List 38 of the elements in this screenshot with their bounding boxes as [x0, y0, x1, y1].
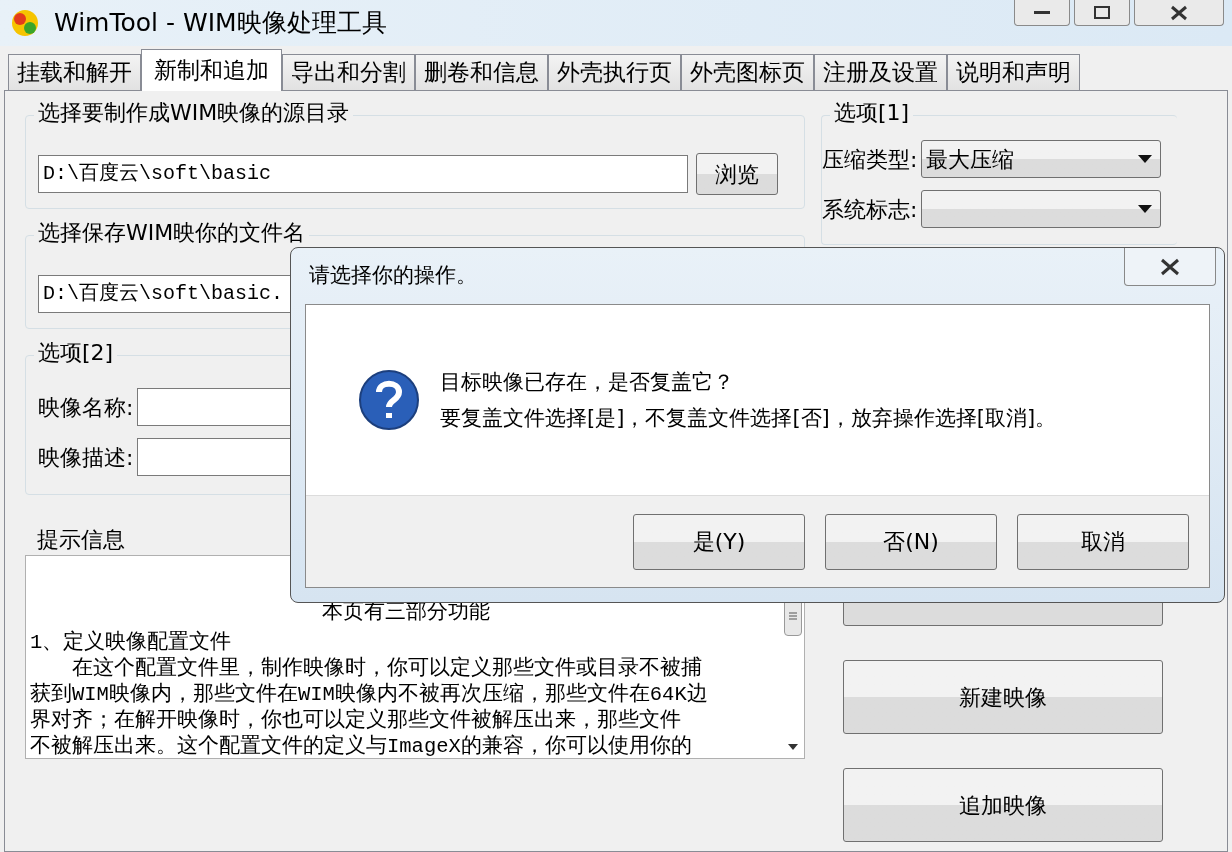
- dialog-message: 目标映像已存在，是否复盖它？: [440, 369, 735, 396]
- scroll-down-icon[interactable]: [788, 744, 798, 750]
- action-button[interactable]: 新建映像: [843, 660, 1163, 734]
- maximize-button[interactable]: [1074, 0, 1130, 26]
- window-title: WimTool - WIM映像处理工具: [54, 7, 387, 40]
- dialog-button[interactable]: 是(Y): [633, 513, 805, 570]
- hint-title: 提示信息: [37, 526, 125, 554]
- tab[interactable]: 挂载和解开: [8, 54, 141, 90]
- dropdown[interactable]: [921, 190, 1162, 228]
- dropdown-label: 压缩类型:: [822, 145, 918, 174]
- minimize-button[interactable]: [1014, 0, 1070, 26]
- dialog-title: 请选择你的操作。: [309, 262, 477, 290]
- dropdown-arrow-icon: [1138, 205, 1153, 213]
- browse-button[interactable]: 浏览: [696, 153, 778, 195]
- field-label: 映像描述:: [38, 443, 134, 472]
- tab[interactable]: 导出和分割: [282, 54, 415, 90]
- dropdown-label: 系统标志:: [822, 195, 918, 224]
- source-path-field[interactable]: D:\百度云\soft\basic: [38, 155, 688, 193]
- close-icon: [1169, 4, 1189, 21]
- field-label: 映像名称:: [38, 393, 134, 422]
- close-button[interactable]: [1134, 0, 1224, 26]
- tab[interactable]: 说明和声明: [947, 54, 1080, 90]
- tab[interactable]: 新制和追加: [141, 49, 282, 91]
- tab[interactable]: 外壳图标页: [681, 54, 814, 90]
- dialog-message: 要复盖文件选择[是]，不复盖文件选择[否]，放弃操作选择[取消]。: [440, 405, 1057, 432]
- dropdown-arrow-icon: [1138, 155, 1153, 163]
- tab[interactable]: 删卷和信息: [415, 54, 548, 90]
- dialog-close-button[interactable]: [1124, 248, 1216, 286]
- dropdown[interactable]: 最大压缩: [921, 140, 1162, 178]
- hint-paragraph: 1、定义映像配置文件 在这个配置文件里，制作映像时，你可以定义那些文件或目录不被捕 获到WIM映像内，那些文件在WIM映像内不被再次压缩，那些文件在64K边 界对齐；在解开映像时，你也可以定义那些文件被解压出来，那些文件 不被解压出来。这个配置文件的定义与ImageX的兼容，你可以使用你的: [30, 630, 709, 760]
- action-button[interactable]: 追加映像: [843, 768, 1163, 842]
- tab[interactable]: 外壳执行页: [548, 54, 681, 90]
- close-icon: [1159, 257, 1181, 276]
- tab[interactable]: 注册及设置: [814, 54, 947, 90]
- grip-icon: [788, 611, 798, 621]
- dialog-button[interactable]: 否(N): [825, 513, 997, 570]
- dialog-button[interactable]: 取消: [1017, 513, 1189, 570]
- question-icon: [358, 369, 420, 431]
